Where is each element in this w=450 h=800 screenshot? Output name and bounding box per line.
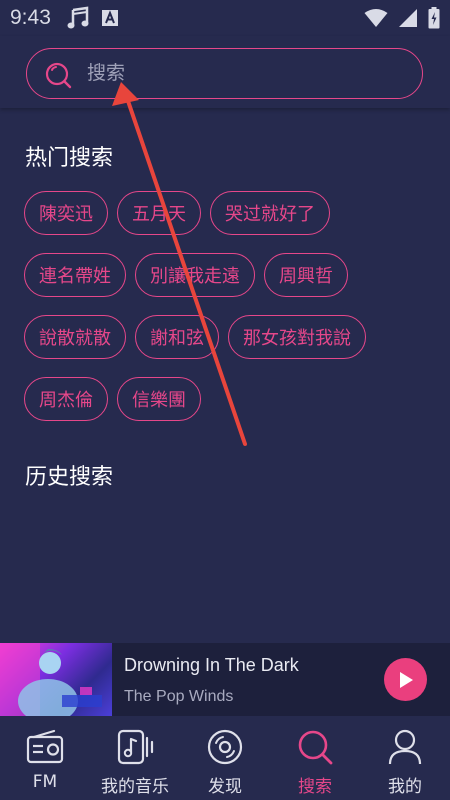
hot-tag-row-2: 連名帶姓 別讓我走遠 周興哲 [24, 253, 348, 297]
play-icon [399, 671, 413, 688]
nav-label-search: 搜索 [298, 777, 332, 797]
history-search-title: 历史搜索 [25, 465, 114, 490]
hot-search-tag[interactable]: 別讓我走遠 [135, 253, 255, 297]
hot-search-tag[interactable]: 信樂團 [117, 377, 201, 421]
hot-search-tag[interactable]: 謝和弦 [135, 315, 219, 359]
hot-search-tag[interactable]: 周興哲 [264, 253, 348, 297]
nav-item-discover[interactable]: 发现 [180, 716, 270, 800]
battery-icon [428, 7, 440, 29]
hot-search-title: 热门搜索 [25, 146, 114, 171]
search-icon [45, 62, 72, 89]
person-icon [388, 729, 422, 765]
album-art[interactable] [0, 643, 112, 716]
search-input[interactable] [87, 49, 407, 97]
hot-search-tag[interactable]: 周杰倫 [24, 377, 108, 421]
hot-search-tag[interactable]: 說散就散 [24, 315, 126, 359]
radio-icon [26, 729, 64, 764]
search-header [0, 36, 450, 108]
nav-item-my-music[interactable]: 我的音乐 [90, 716, 180, 800]
hot-search-tag[interactable]: 連名帶姓 [24, 253, 126, 297]
album-art-figure [0, 643, 102, 716]
status-bar: 9:43 [0, 0, 450, 36]
disc-icon [207, 729, 243, 765]
nav-item-profile[interactable]: 我的 [360, 716, 450, 800]
track-title: Drowning In The Dark [124, 655, 299, 675]
font-a-icon [101, 10, 118, 26]
wifi-icon [364, 9, 388, 27]
now-playing-bar[interactable]: Drowning In The Dark The Pop Winds [0, 643, 450, 716]
nav-label-profile: 我的 [388, 777, 422, 797]
hot-search-tag[interactable]: 五月天 [117, 191, 201, 235]
hot-tag-row-1: 陳奕迅 五月天 哭过就好了 [24, 191, 330, 235]
signal-icon [399, 9, 417, 27]
nav-label-discover: 发现 [208, 777, 242, 797]
hot-search-tag[interactable]: 哭过就好了 [210, 191, 330, 235]
nav-label-fm: FM [32, 772, 58, 792]
search-box[interactable] [26, 48, 423, 99]
nav-item-search[interactable]: 搜索 [270, 716, 360, 800]
status-time: 9:43 [10, 6, 51, 29]
nav-item-fm[interactable]: FM [0, 716, 90, 800]
track-artist: The Pop Winds [124, 688, 234, 705]
hot-search-tag[interactable]: 陳奕迅 [24, 191, 108, 235]
play-button[interactable] [384, 658, 427, 701]
bottom-nav: FM 我的音乐 发现 搜索 我的 [0, 716, 450, 800]
search-icon [298, 730, 333, 765]
system-icons [364, 7, 440, 29]
my-music-icon [117, 729, 154, 765]
hot-search-tag[interactable]: 那女孩對我說 [228, 315, 366, 359]
hot-tag-row-4: 周杰倫 信樂團 [24, 377, 201, 421]
music-note-icon [67, 6, 89, 29]
nav-label-my-music: 我的音乐 [101, 777, 169, 797]
notification-icons [67, 6, 119, 30]
hot-tag-row-3: 說散就散 謝和弦 那女孩對我說 [24, 315, 366, 359]
